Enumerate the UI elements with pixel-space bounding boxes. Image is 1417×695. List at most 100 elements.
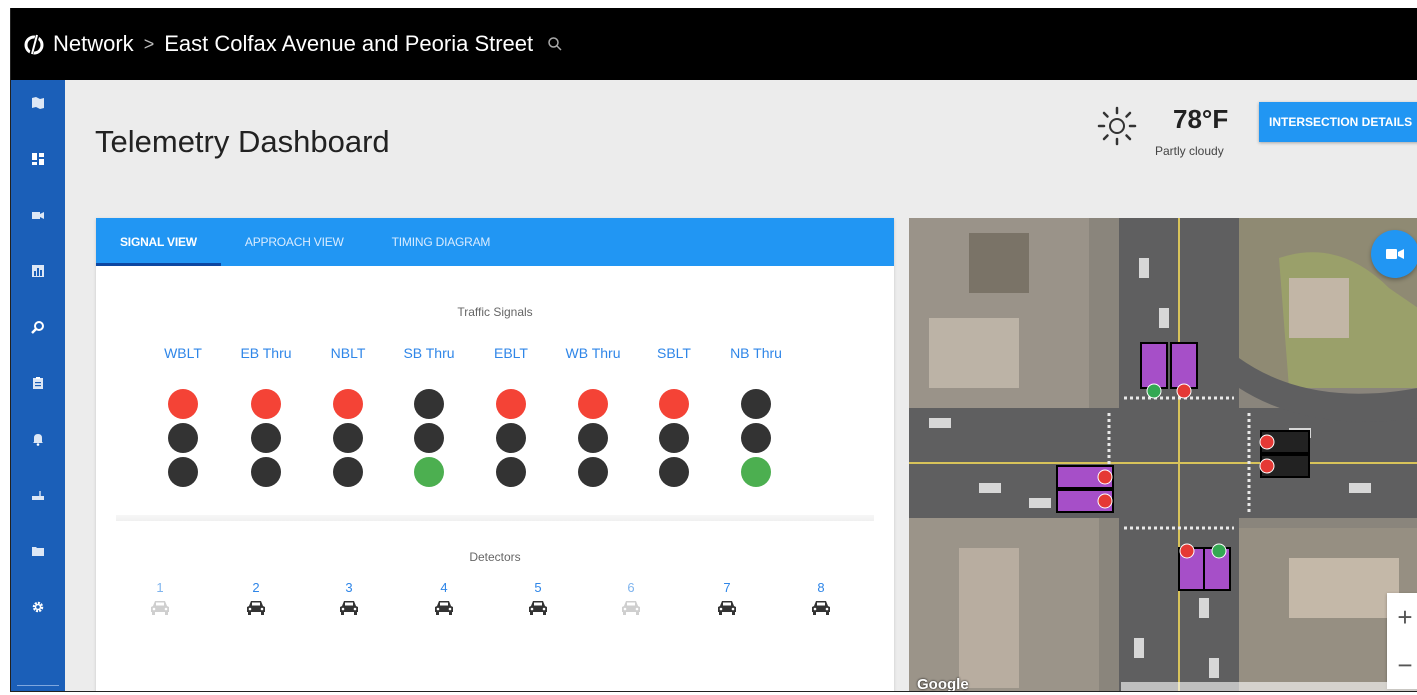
- map-icon[interactable]: [27, 92, 49, 114]
- signal-lamp-yellow: [168, 423, 198, 453]
- breadcrumb-intersection: East Colfax Avenue and Peoria Street: [164, 31, 534, 56]
- tab-signal-view[interactable]: SIGNAL VIEW: [96, 218, 221, 266]
- bar-chart-icon[interactable]: [27, 260, 49, 282]
- signal-lamp-green: [333, 457, 363, 487]
- detector-number: 3: [345, 580, 353, 595]
- signal-lamp-green: [414, 457, 444, 487]
- sidebar-divider: [17, 685, 59, 686]
- top-bar: Network > East Colfax Avenue and Peoria …: [11, 8, 1417, 80]
- zoom-in-button[interactable]: +: [1387, 593, 1417, 641]
- signal-0: WBLT: [153, 345, 213, 491]
- signal-lamp-red: [333, 389, 363, 419]
- detector-number: 7: [723, 580, 731, 595]
- section-divider: [116, 515, 874, 521]
- intersection-details-button[interactable]: INTERSECTION DETAILS: [1259, 102, 1417, 142]
- signal-lamp-red: [168, 389, 198, 419]
- detector-6: 6: [616, 580, 646, 615]
- map-footer: [1121, 682, 1417, 691]
- weather-widget: 78°F Partly cloudy: [1097, 102, 1257, 162]
- signal-lamp-red: [578, 389, 608, 419]
- detector-8: 8: [806, 580, 836, 615]
- traffic-signals-title: Traffic Signals: [457, 305, 533, 319]
- signal-1: EB Thru: [236, 345, 296, 491]
- search-icon[interactable]: [547, 36, 563, 52]
- search-icon[interactable]: [27, 316, 49, 338]
- breadcrumb-separator: >: [143, 33, 155, 54]
- signal-lamp-yellow: [659, 423, 689, 453]
- signal-lamp-green: [741, 457, 771, 487]
- detector-4: 4: [429, 580, 459, 615]
- view-tabs: SIGNAL VIEW APPROACH VIEW TIMING DIAGRAM: [96, 218, 894, 266]
- map-zoom-control: + −: [1387, 593, 1417, 689]
- breadcrumb-network[interactable]: Network: [53, 31, 134, 57]
- folder-icon[interactable]: [27, 540, 49, 562]
- signal-lamp-red: [414, 389, 444, 419]
- car-icon: [810, 599, 832, 615]
- camera-icon[interactable]: [27, 204, 49, 226]
- signal-label: SB Thru: [403, 345, 455, 361]
- signal-4: EBLT: [481, 345, 541, 491]
- video-camera-icon: [1386, 249, 1404, 259]
- tab-timing-diagram[interactable]: TIMING DIAGRAM: [368, 218, 515, 266]
- sidebar: [11, 80, 65, 691]
- signal-card: SIGNAL VIEW APPROACH VIEW TIMING DIAGRAM…: [96, 218, 894, 691]
- car-icon: [716, 599, 738, 615]
- signal-label: EBLT: [494, 345, 528, 361]
- weather-condition: Partly cloudy: [1155, 144, 1224, 158]
- signal-lamp-green: [168, 457, 198, 487]
- detector-number: 6: [627, 580, 635, 595]
- signal-7: NB Thru: [726, 345, 786, 491]
- signal-5: WB Thru: [563, 345, 623, 491]
- signal-lamp-yellow: [741, 423, 771, 453]
- signal-lamp-yellow: [333, 423, 363, 453]
- detector-number: 5: [534, 580, 542, 595]
- router-icon[interactable]: [27, 484, 49, 506]
- signal-2: NBLT: [318, 345, 378, 491]
- signal-lamp-yellow: [496, 423, 526, 453]
- signal-label: NB Thru: [730, 345, 782, 361]
- detector-number: 2: [252, 580, 260, 595]
- detector-5: 5: [523, 580, 553, 615]
- camera-button[interactable]: [1371, 230, 1417, 278]
- page-title: Telemetry Dashboard: [95, 124, 390, 159]
- signal-lamp-yellow: [414, 423, 444, 453]
- weather-temperature: 78°F: [1173, 104, 1229, 134]
- car-icon: [620, 599, 642, 615]
- car-icon: [338, 599, 360, 615]
- signal-lamp-green: [251, 457, 281, 487]
- signal-label: WB Thru: [565, 345, 621, 361]
- detector-2: 2: [241, 580, 271, 615]
- signal-lamp-red: [659, 389, 689, 419]
- signal-lamp-green: [659, 457, 689, 487]
- car-icon: [245, 599, 267, 615]
- tab-approach-view[interactable]: APPROACH VIEW: [221, 218, 368, 266]
- clipboard-icon[interactable]: [27, 372, 49, 394]
- signal-lamp-yellow: [578, 423, 608, 453]
- signal-label: EB Thru: [240, 345, 292, 361]
- signal-lamp-green: [496, 457, 526, 487]
- signal-lamp-red: [251, 389, 281, 419]
- detector-number: 4: [440, 580, 448, 595]
- signal-6: SBLT: [644, 345, 704, 491]
- signal-label: SBLT: [657, 345, 691, 361]
- sun-icon: [1097, 106, 1137, 146]
- dashboard-icon[interactable]: [27, 148, 49, 170]
- signal-lamp-yellow: [251, 423, 281, 453]
- signal-label: WBLT: [164, 345, 202, 361]
- gear-icon[interactable]: [27, 596, 49, 618]
- signal-3: SB Thru: [399, 345, 459, 491]
- signal-lamp-green: [578, 457, 608, 487]
- bell-icon[interactable]: [27, 428, 49, 450]
- detector-number: 8: [817, 580, 825, 595]
- car-icon: [527, 599, 549, 615]
- logo-icon[interactable]: [23, 33, 45, 55]
- signal-lamp-red: [741, 389, 771, 419]
- map-attribution: Google: [917, 676, 969, 692]
- detector-7: 7: [712, 580, 742, 615]
- car-icon: [433, 599, 455, 615]
- intersection-map[interactable]: [909, 218, 1417, 691]
- app-window: Network > East Colfax Avenue and Peoria …: [10, 8, 1417, 692]
- detectors-title: Detectors: [469, 550, 521, 564]
- detector-1: 1: [145, 580, 175, 615]
- detector-number: 1: [156, 580, 164, 595]
